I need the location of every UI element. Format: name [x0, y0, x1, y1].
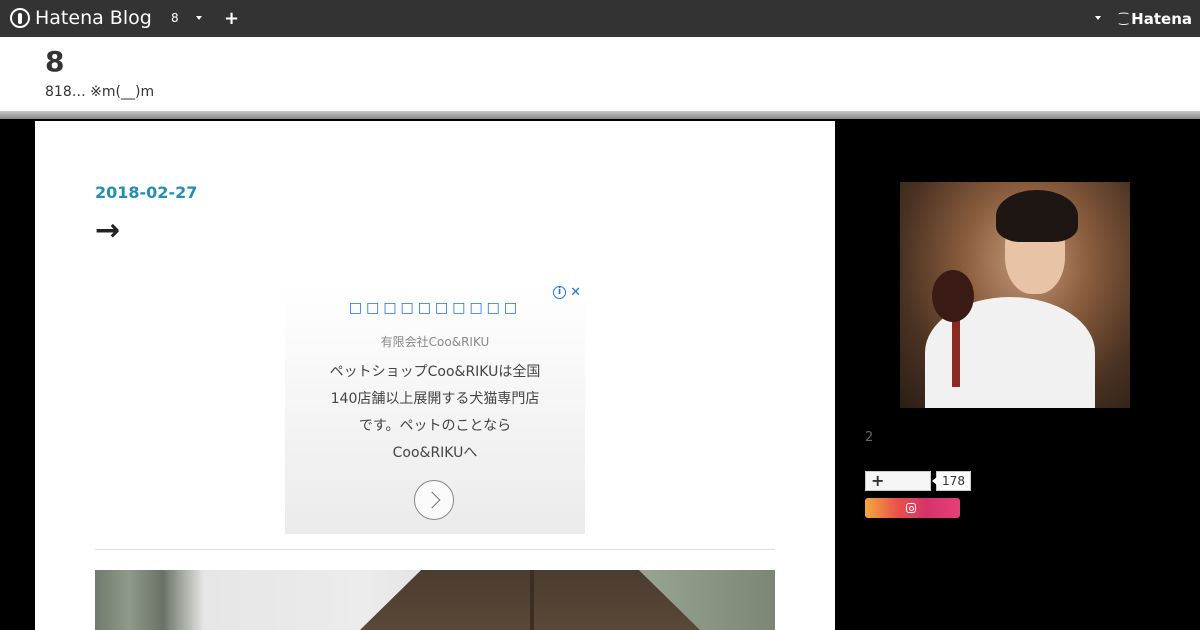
- add-entry-button[interactable]: +: [224, 8, 239, 29]
- profile-ladle: [932, 270, 974, 322]
- ad-body: ペットショップCoo&RIKUは全国 140店舗以上展開する犬猫専門店 です。ペ…: [315, 359, 555, 467]
- ad-body-line: Coo&RIKUへ: [392, 445, 478, 461]
- entry-title[interactable]: →: [95, 213, 120, 248]
- ad-body-line: 140店舗以上展開する犬猫専門店: [330, 391, 540, 407]
- sidebar-count: 2: [865, 430, 874, 445]
- follow-button[interactable]: +: [865, 471, 931, 491]
- header-divider: [0, 111, 1200, 119]
- profile-hair: [996, 190, 1078, 242]
- ad-headline[interactable]: □□□□□□□□□□: [285, 300, 585, 316]
- instagram-button[interactable]: [865, 498, 960, 518]
- hatena-brand-link[interactable]: ⁐ Hatena: [1119, 10, 1192, 28]
- advertisement[interactable]: i ✕ □□□□□□□□□□ 有限会社Coo&RIKU ペットショップCoo&R…: [285, 284, 585, 534]
- global-header: Hatena Blog 8 + ⁐ Hatena: [0, 0, 1200, 37]
- ad-next-arrow-icon[interactable]: [414, 480, 454, 520]
- entry-date-link[interactable]: 2018-02-27: [95, 183, 197, 202]
- ad-body-line: です。ペットのことなら: [358, 418, 512, 434]
- plus-icon: +: [871, 471, 885, 490]
- blog-title[interactable]: 8: [45, 45, 64, 78]
- hatena-brand-text: Hatena: [1131, 10, 1192, 28]
- roof-ridge: [530, 570, 534, 630]
- chevron-down-icon[interactable]: [196, 16, 202, 20]
- hatena-blog-logo[interactable]: Hatena Blog: [10, 7, 152, 29]
- ad-close-icon[interactable]: ✕: [570, 286, 581, 299]
- ad-controls: i ✕: [553, 286, 581, 299]
- ad-advertiser: 有限会社Coo&RIKU: [380, 335, 490, 349]
- blog-description: 818… ※m(__)m: [45, 84, 155, 100]
- hatena-logo-icon: [10, 8, 30, 28]
- blog-header: 8 818… ※m(__)m: [0, 37, 1200, 111]
- profile-image[interactable]: [900, 182, 1130, 408]
- content-divider: [95, 549, 775, 550]
- main-content: 2018-02-27 → i ✕ □□□□□□□□□□ 有限会社Coo&RIKU…: [35, 121, 835, 630]
- instagram-icon: [906, 503, 916, 513]
- account-menu-chevron-icon[interactable]: [1095, 16, 1101, 20]
- logo-text: Hatena Blog: [35, 7, 152, 29]
- hatena-wing-icon: ⁐: [1119, 12, 1129, 26]
- follower-count: 178: [932, 471, 971, 491]
- ad-info-icon[interactable]: i: [553, 286, 567, 299]
- ad-body-line: ペットショップCoo&RIKUは全国: [329, 364, 541, 380]
- entry-photo: [95, 570, 775, 630]
- profile-ladle-handle: [952, 317, 960, 387]
- blog-switcher[interactable]: 8: [171, 11, 179, 25]
